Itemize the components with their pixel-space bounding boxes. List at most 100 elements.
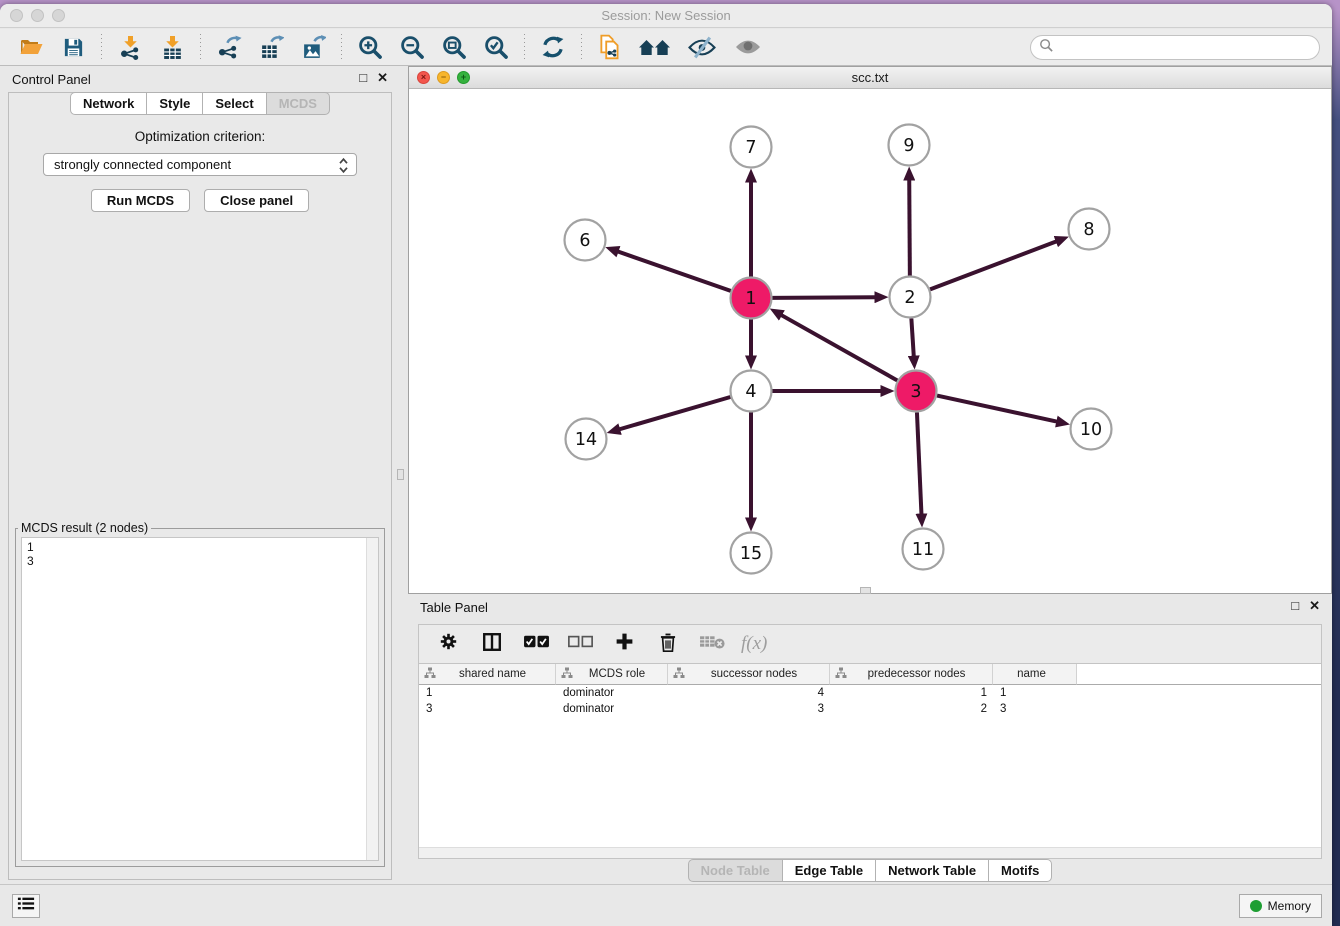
task-history-button[interactable] bbox=[12, 894, 40, 918]
control-panel: Control Panel □ ✕ NetworkStyleSelectMCDS… bbox=[0, 66, 400, 884]
search-input[interactable] bbox=[1054, 40, 1319, 55]
edge-3-11[interactable] bbox=[917, 412, 922, 514]
status-bar: Memory bbox=[0, 884, 1332, 926]
function-builder-button[interactable]: f(x) bbox=[741, 629, 767, 659]
node-table[interactable]: shared nameMCDS rolesuccessor nodesprede… bbox=[418, 664, 1322, 859]
graph-node-14[interactable]: 14 bbox=[566, 419, 607, 460]
svg-text:7: 7 bbox=[745, 138, 756, 158]
graph-node-8[interactable]: 8 bbox=[1069, 209, 1110, 250]
edge-2-3[interactable] bbox=[911, 318, 913, 356]
table-tab-node-table[interactable]: Node Table bbox=[688, 859, 783, 882]
graph-node-4[interactable]: 4 bbox=[731, 371, 772, 412]
tab-network[interactable]: Network bbox=[70, 92, 147, 115]
edge-2-8[interactable] bbox=[930, 241, 1057, 289]
export-image-button[interactable] bbox=[298, 32, 328, 62]
export-network-button[interactable] bbox=[214, 32, 244, 62]
memory-button[interactable]: Memory bbox=[1239, 894, 1322, 918]
float-table-panel-icon[interactable]: □ bbox=[1291, 598, 1299, 614]
graph-node-15[interactable]: 15 bbox=[731, 533, 772, 574]
cell-name[interactable]: 1 bbox=[993, 685, 1077, 701]
home-icon bbox=[638, 36, 672, 58]
open-session-button[interactable] bbox=[16, 32, 46, 62]
edge-3-10[interactable] bbox=[937, 396, 1057, 422]
float-panel-icon[interactable]: □ bbox=[359, 70, 367, 86]
table-tab-edge-table[interactable]: Edge Table bbox=[782, 859, 876, 882]
deselect-all-button[interactable] bbox=[565, 629, 595, 659]
graph-node-3[interactable]: 3 bbox=[896, 371, 937, 412]
select-all-button[interactable] bbox=[521, 629, 551, 659]
cell-shared-name[interactable]: 3 bbox=[419, 701, 556, 717]
graph-node-10[interactable]: 10 bbox=[1071, 409, 1112, 450]
cell-successor-nodes[interactable]: 3 bbox=[668, 701, 830, 717]
delete-table-button[interactable] bbox=[697, 629, 727, 659]
zoom-in-button[interactable] bbox=[355, 32, 385, 62]
close-table-panel-icon[interactable]: ✕ bbox=[1309, 598, 1320, 614]
search-field[interactable] bbox=[1030, 35, 1320, 60]
close-panel-icon[interactable]: ✕ bbox=[377, 70, 388, 86]
edge-3-1[interactable] bbox=[781, 315, 897, 381]
cell-successor-nodes[interactable]: 4 bbox=[668, 685, 830, 701]
column-header-MCDS-role[interactable]: MCDS role bbox=[556, 664, 668, 685]
search-icon bbox=[1039, 38, 1054, 58]
delete-column-button[interactable] bbox=[653, 629, 683, 659]
graph-node-7[interactable]: 7 bbox=[731, 127, 772, 168]
graph-node-11[interactable]: 11 bbox=[903, 529, 944, 570]
column-header-successor-nodes[interactable]: successor nodes bbox=[668, 664, 830, 685]
run-mcds-button[interactable]: Run MCDS bbox=[91, 189, 190, 212]
refresh-button[interactable] bbox=[538, 32, 568, 62]
edge-1-2[interactable] bbox=[772, 297, 875, 298]
table-tab-network-table[interactable]: Network Table bbox=[875, 859, 989, 882]
export-table-button[interactable] bbox=[256, 32, 286, 62]
hide-selected-button[interactable] bbox=[685, 32, 719, 62]
zoom-out-button[interactable] bbox=[397, 32, 427, 62]
cell-shared-name[interactable]: 1 bbox=[419, 685, 556, 701]
show-all-button[interactable] bbox=[731, 32, 765, 62]
zoom-selected-button[interactable] bbox=[481, 32, 511, 62]
save-session-button[interactable] bbox=[58, 32, 88, 62]
result-scrollbar[interactable] bbox=[366, 538, 378, 860]
edge-4-14[interactable] bbox=[619, 397, 730, 429]
cell-predecessor-nodes[interactable]: 1 bbox=[830, 685, 993, 701]
edge-1-6[interactable] bbox=[618, 251, 731, 291]
column-header-shared-name[interactable]: shared name bbox=[419, 664, 556, 685]
table-hscrollbar[interactable] bbox=[419, 847, 1321, 858]
tab-mcds[interactable]: MCDS bbox=[266, 92, 330, 115]
column-header-name[interactable]: name bbox=[993, 664, 1077, 685]
table-row[interactable]: 3dominator323 bbox=[419, 701, 1321, 717]
graph-node-1[interactable]: 1 bbox=[731, 278, 772, 319]
mcds-result-box: MCDS result (2 nodes) 1 3 bbox=[15, 521, 385, 867]
graph-node-9[interactable]: 9 bbox=[889, 125, 930, 166]
eye-icon bbox=[733, 35, 763, 59]
table-tab-motifs[interactable]: Motifs bbox=[988, 859, 1052, 882]
cell-MCDS-role[interactable]: dominator bbox=[556, 701, 668, 717]
edge-2-9[interactable] bbox=[909, 179, 910, 275]
split-columns-button[interactable] bbox=[477, 629, 507, 659]
graph-node-6[interactable]: 6 bbox=[565, 220, 606, 261]
network-graph[interactable]: 7 9 6 8 1 2 4 3 14 10 15 11 bbox=[409, 89, 1331, 593]
import-table-button[interactable] bbox=[157, 32, 187, 62]
graph-node-2[interactable]: 2 bbox=[890, 277, 931, 318]
open-network-file-button[interactable] bbox=[595, 32, 625, 62]
zoom-in-icon bbox=[357, 34, 384, 61]
home-button[interactable] bbox=[637, 32, 673, 62]
import-network-button[interactable] bbox=[115, 32, 145, 62]
close-panel-button[interactable]: Close panel bbox=[204, 189, 309, 212]
criterion-dropdown[interactable]: strongly connected component bbox=[43, 153, 357, 176]
column-header-filler bbox=[1077, 664, 1321, 685]
cell-MCDS-role[interactable]: dominator bbox=[556, 685, 668, 701]
add-column-button[interactable] bbox=[609, 629, 639, 659]
tab-select[interactable]: Select bbox=[202, 92, 266, 115]
splitter-grip-vertical[interactable] bbox=[397, 469, 404, 480]
unchecked-boxes-icon bbox=[567, 633, 594, 655]
table-row[interactable]: 1dominator411 bbox=[419, 685, 1321, 701]
column-header-predecessor-nodes[interactable]: predecessor nodes bbox=[830, 664, 993, 685]
import-table-icon bbox=[160, 35, 185, 60]
svg-text:11: 11 bbox=[912, 540, 934, 560]
cell-predecessor-nodes[interactable]: 2 bbox=[830, 701, 993, 717]
zoom-fit-button[interactable] bbox=[439, 32, 469, 62]
tab-style[interactable]: Style bbox=[146, 92, 203, 115]
table-settings-button[interactable] bbox=[433, 629, 463, 659]
svg-text:14: 14 bbox=[575, 430, 597, 450]
cell-name[interactable]: 3 bbox=[993, 701, 1077, 717]
splitter-grip-horizontal[interactable] bbox=[860, 587, 871, 594]
